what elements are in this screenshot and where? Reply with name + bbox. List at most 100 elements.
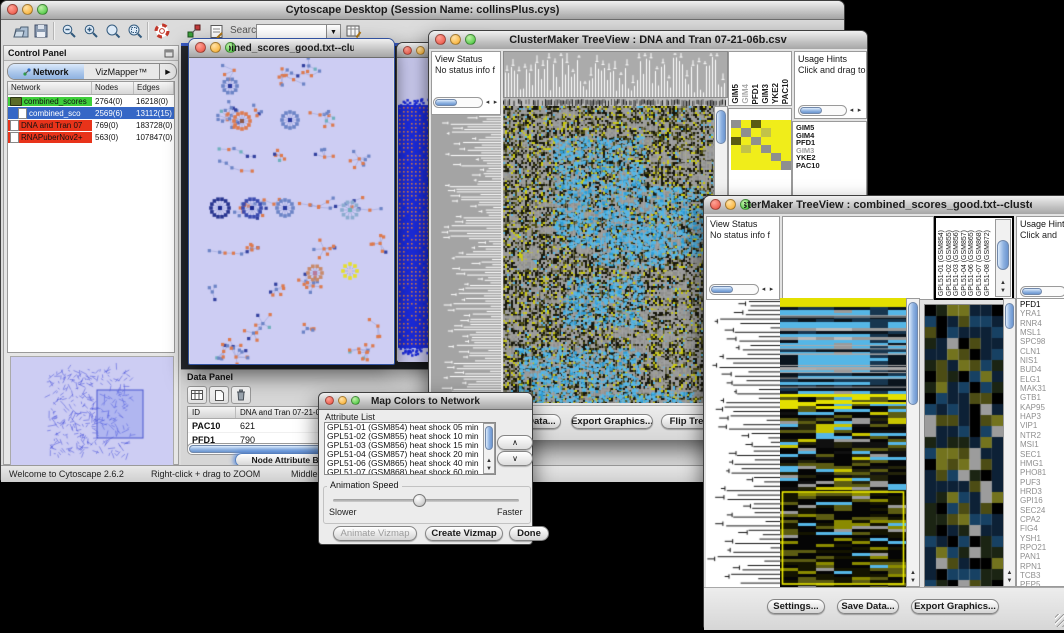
col-network[interactable]: Network bbox=[8, 82, 92, 94]
global-heatmap-canvas[interactable] bbox=[780, 298, 906, 587]
minimize-icon[interactable] bbox=[338, 396, 347, 405]
gene-label[interactable]: GTB1 bbox=[1020, 393, 1064, 402]
float-panel-icon[interactable] bbox=[164, 49, 174, 58]
tab-network[interactable]: Network bbox=[8, 64, 84, 79]
animation-speed-slider[interactable] bbox=[333, 499, 519, 502]
resize-grip[interactable] bbox=[1055, 614, 1064, 627]
gene-label[interactable]: PAC10 bbox=[796, 162, 866, 170]
done-button[interactable]: Done bbox=[509, 526, 549, 541]
animate-vizmap-button[interactable]: Animate Vizmap bbox=[333, 526, 417, 541]
save-button[interactable] bbox=[31, 22, 51, 40]
column-dendrogram-canvas[interactable] bbox=[503, 51, 728, 98]
col-id[interactable]: ID bbox=[188, 407, 236, 418]
column-labels-vscrollbar[interactable]: ▲ ▼ bbox=[995, 219, 1011, 297]
network-view-canvas[interactable] bbox=[190, 58, 393, 364]
view-status-scrollbar[interactable]: ◂ ▸ bbox=[709, 284, 775, 295]
scroll-left-icon[interactable]: ◂ bbox=[760, 284, 767, 295]
gene-dendrogram-canvas[interactable] bbox=[431, 115, 501, 403]
main-titlebar[interactable]: Cytoscape Desktop (Session Name: collins… bbox=[1, 1, 844, 20]
settings-button[interactable]: Settings... bbox=[767, 599, 825, 614]
create-vizmap-button[interactable]: Create Vizmap bbox=[425, 526, 503, 541]
gene-label[interactable]: MSL1 bbox=[1020, 328, 1064, 337]
gene-label[interactable]: MSI1 bbox=[1020, 440, 1064, 449]
network-window-titlebar[interactable]: combined_scores_good.txt--cluste... bbox=[189, 39, 394, 58]
gene-label[interactable]: PFD1 bbox=[1020, 300, 1064, 309]
gene-dendrogram-canvas[interactable] bbox=[706, 300, 780, 587]
treeview2-titlebar[interactable]: ClusterMaker TreeView : combined_scores_… bbox=[704, 196, 1064, 215]
export-graphics-button[interactable]: Export Graphics... bbox=[911, 599, 999, 614]
network-overview-thumbnail[interactable] bbox=[10, 356, 174, 466]
scrollbar-thumb[interactable] bbox=[997, 240, 1009, 270]
gene-label[interactable]: PEP5 bbox=[1020, 580, 1064, 587]
scrollbar-thumb[interactable] bbox=[1005, 303, 1014, 329]
gene-label[interactable]: SEC24 bbox=[1020, 506, 1064, 515]
zoom-heatmap-canvas[interactable] bbox=[924, 304, 1004, 587]
scroll-left-icon[interactable]: ◂ bbox=[484, 97, 491, 108]
treeview1-titlebar[interactable]: ClusterMaker TreeView : DNA and Tran 07-… bbox=[429, 31, 867, 50]
gene-label[interactable]: YSH1 bbox=[1020, 534, 1064, 543]
scroll-right-icon[interactable]: ▸ bbox=[856, 105, 863, 116]
scroll-up-icon[interactable]: ▲ bbox=[996, 280, 1010, 287]
delete-attribute-button[interactable] bbox=[231, 386, 251, 404]
gene-label[interactable]: CLN1 bbox=[1020, 347, 1064, 356]
scroll-up-icon[interactable]: ▲ bbox=[907, 570, 919, 577]
attribute-list[interactable]: GPL51-01 (GSM854) heat shock 05 minGPL51… bbox=[324, 422, 496, 475]
new-attribute-button[interactable] bbox=[209, 386, 229, 404]
scroll-down-icon[interactable]: ▼ bbox=[996, 288, 1010, 295]
gene-label[interactable]: HRD3 bbox=[1020, 487, 1064, 496]
close-icon[interactable] bbox=[325, 396, 334, 405]
scroll-up-icon[interactable]: ▲ bbox=[484, 458, 494, 465]
gene-label[interactable]: KAP95 bbox=[1020, 403, 1064, 412]
zoom-out-button[interactable] bbox=[59, 22, 79, 40]
open-file-button[interactable] bbox=[11, 22, 31, 40]
global-heatmap-canvas[interactable] bbox=[503, 106, 714, 403]
scrollbar-thumb[interactable] bbox=[485, 426, 493, 450]
gene-label[interactable]: FIG4 bbox=[1020, 524, 1064, 533]
view-status-scrollbar[interactable]: ◂ ▸ bbox=[433, 97, 499, 108]
scroll-up-icon[interactable]: ▲ bbox=[1004, 570, 1015, 577]
attribute-item[interactable]: GPL51-07 (GSM868) heat shock 60 min bbox=[325, 468, 495, 475]
gene-label[interactable]: HAP3 bbox=[1020, 412, 1064, 421]
gene-label[interactable]: RPO21 bbox=[1020, 543, 1064, 552]
gene-label[interactable]: VIP1 bbox=[1020, 421, 1064, 430]
slider-thumb[interactable] bbox=[413, 494, 426, 507]
gene-label[interactable]: ELG1 bbox=[1020, 375, 1064, 384]
save-data-button[interactable]: Save Data... bbox=[837, 599, 899, 614]
scroll-down-icon[interactable]: ▼ bbox=[1004, 578, 1015, 585]
gene-label[interactable]: PHO81 bbox=[1020, 468, 1064, 477]
tab-vizmapper[interactable]: VizMapper™ bbox=[84, 64, 160, 79]
col-nodes[interactable]: Nodes bbox=[92, 82, 134, 94]
zoom-fit-button[interactable] bbox=[103, 22, 123, 40]
move-down-button[interactable]: ∨ bbox=[497, 451, 533, 466]
gene-label[interactable]: NTR2 bbox=[1020, 431, 1064, 440]
scroll-down-icon[interactable]: ▼ bbox=[907, 578, 919, 585]
scroll-right-icon[interactable]: ▸ bbox=[768, 284, 775, 295]
zoom-in-button[interactable] bbox=[81, 22, 101, 40]
minimize-icon[interactable] bbox=[725, 199, 736, 210]
gene-label[interactable]: RNR4 bbox=[1020, 319, 1064, 328]
move-up-button[interactable]: ∧ bbox=[497, 435, 533, 450]
network-row[interactable]: combined_scores2764(0)16218(0) bbox=[8, 95, 174, 107]
minimize-icon[interactable] bbox=[450, 34, 461, 45]
gene-label[interactable]: CPA2 bbox=[1020, 515, 1064, 524]
export-graphics-button[interactable]: Export Graphics... bbox=[571, 414, 653, 429]
usage-hints-scrollbar[interactable] bbox=[1020, 286, 1064, 297]
close-icon[interactable] bbox=[403, 46, 412, 55]
gene-label[interactable]: PUF3 bbox=[1020, 478, 1064, 487]
gene-label[interactable]: SEC1 bbox=[1020, 450, 1064, 459]
network-row[interactable]: combined_sco2569(6)13112(15) bbox=[8, 107, 174, 119]
scroll-left-icon[interactable]: ◂ bbox=[848, 105, 855, 116]
gene-label[interactable]: PAN1 bbox=[1020, 552, 1064, 561]
dialog-titlebar[interactable]: Map Colors to Network bbox=[319, 393, 532, 410]
attribute-list-vscrollbar[interactable]: ▲ ▼ bbox=[483, 423, 495, 474]
scrollbar-thumb[interactable] bbox=[711, 286, 733, 293]
scrollbar-thumb[interactable] bbox=[435, 99, 457, 106]
search-dropdown-button[interactable]: ▼ bbox=[326, 24, 341, 39]
select-attributes-button[interactable] bbox=[187, 386, 207, 404]
close-icon[interactable] bbox=[7, 4, 18, 15]
network-row[interactable]: DNA and Tran 07769(0)183728(0) bbox=[8, 119, 174, 131]
tab-overflow-button[interactable]: ▶ bbox=[159, 64, 176, 79]
scrollbar-thumb[interactable] bbox=[800, 107, 822, 114]
scroll-right-icon[interactable]: ▸ bbox=[492, 97, 499, 108]
window-controls[interactable] bbox=[325, 396, 360, 405]
